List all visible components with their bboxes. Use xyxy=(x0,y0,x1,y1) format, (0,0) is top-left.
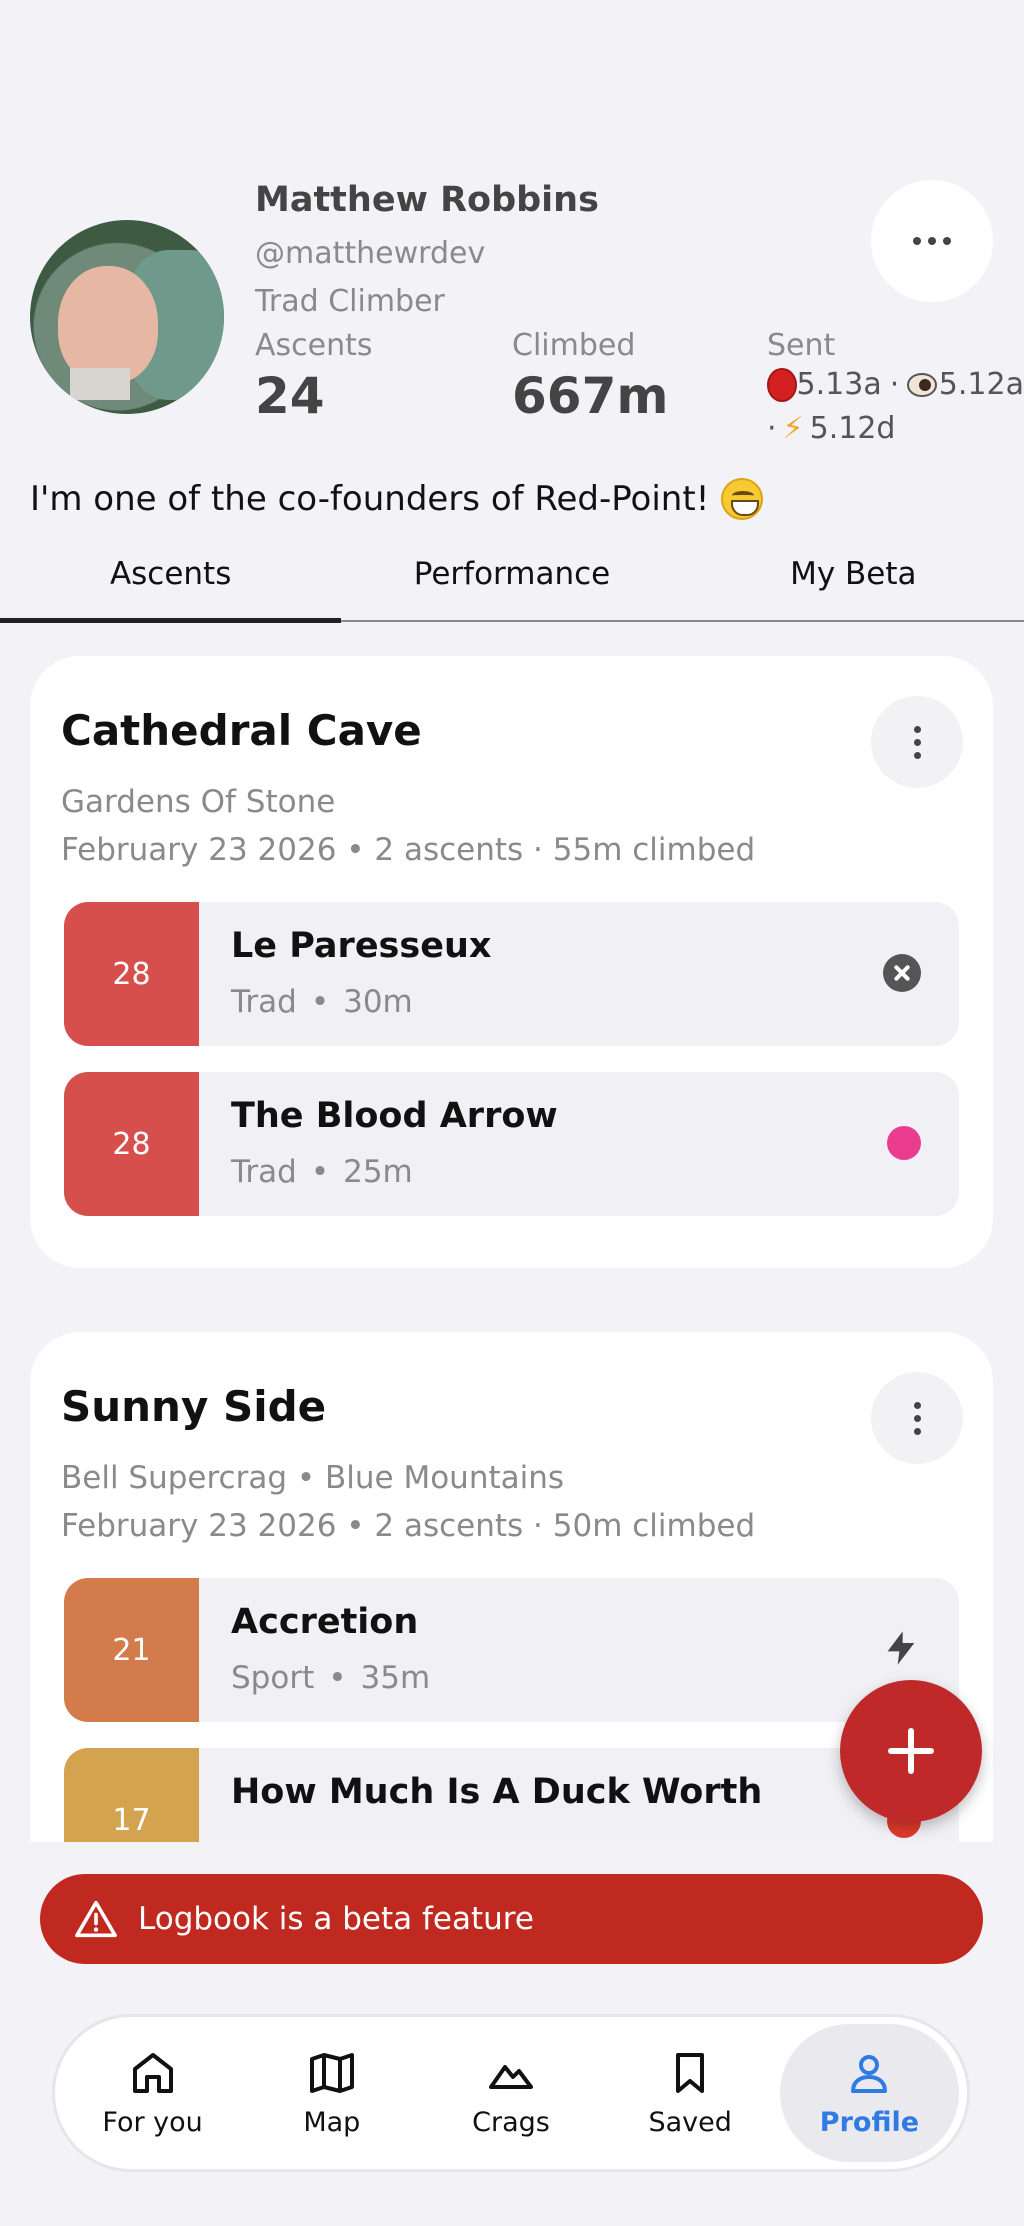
stat-ascents-value: 24 xyxy=(255,367,325,425)
crag-card[interactable]: Cathedral Cave Gardens Of Stone February… xyxy=(30,656,993,1268)
route-style: Sport xyxy=(231,1660,315,1696)
stat-climbed-label: Climbed xyxy=(512,328,636,363)
crag-title: Sunny Side xyxy=(61,1382,327,1431)
add-ascent-button[interactable] xyxy=(840,1680,982,1822)
grade-badge: 17 xyxy=(64,1748,199,1842)
sent-line-1: 5.13a · 5.12a xyxy=(767,363,1024,407)
route-name: The Blood Arrow xyxy=(231,1096,558,1136)
route-row[interactable]: 17 How Much Is A Duck Worth xyxy=(64,1748,959,1842)
crag-location: Gardens Of Stone xyxy=(61,784,336,820)
nav-label: For you xyxy=(102,2106,203,2138)
route-separator: • xyxy=(310,984,330,1020)
profile-tabs: Ascents Performance My Beta xyxy=(0,540,1024,623)
profile-more-button[interactable] xyxy=(871,180,993,302)
tab-performance[interactable]: Performance xyxy=(341,540,682,620)
sent-line-2: · ⚡ 5.12d xyxy=(767,407,1024,451)
stat-sent: Sent 5.13a · 5.12a · ⚡ 5.12d xyxy=(767,328,1024,451)
route-row[interactable]: 28 Le Paresseux Trad • 30m xyxy=(64,902,959,1046)
route-length: 30m xyxy=(343,984,413,1020)
route-style: Trad xyxy=(231,984,297,1020)
sent-onsight-grade: 5.12a xyxy=(938,367,1024,402)
warning-icon xyxy=(75,1900,117,1938)
mountain-icon xyxy=(489,2064,533,2089)
route-separator: • xyxy=(310,1154,330,1190)
close-circle-icon xyxy=(883,954,921,992)
avatar-background xyxy=(70,368,130,400)
stat-climbed-value: 667m xyxy=(512,367,669,425)
stat-climbed: Climbed 667m xyxy=(512,328,668,425)
sent-separator: · xyxy=(767,411,777,446)
route-row[interactable]: 21 Accretion Sport • 35m xyxy=(64,1578,959,1722)
stat-ascents-label: Ascents xyxy=(255,328,373,363)
bottom-nav: For you Map Crags Saved Profile xyxy=(52,2014,970,2172)
nav-label: Map xyxy=(303,2106,361,2138)
tab-ascents[interactable]: Ascents xyxy=(0,540,342,623)
crag-meta: February 23 2026 • 2 ascents · 50m climb… xyxy=(61,1508,756,1544)
stat-sent-label: Sent xyxy=(767,328,836,363)
tab-my-beta[interactable]: My Beta xyxy=(683,540,1024,620)
profile-bio: I'm one of the co-founders of Red-Point! xyxy=(30,478,764,520)
grade-badge: 28 xyxy=(64,902,199,1046)
beta-banner-text: Logbook is a beta feature xyxy=(138,1901,534,1937)
home-icon xyxy=(132,2052,173,2093)
grade-badge: 28 xyxy=(64,1072,199,1216)
redpoint-icon xyxy=(767,368,797,402)
crag-location: Bell Supercrag • Blue Mountains xyxy=(61,1460,565,1496)
more-horizontal-icon xyxy=(913,237,951,245)
sent-redpoint-grade: 5.13a xyxy=(796,367,882,402)
nav-label: Crags xyxy=(472,2106,550,2138)
profile-handle: @matthewrdev xyxy=(255,236,486,271)
nav-label: Saved xyxy=(648,2106,732,2138)
beta-banner: Logbook is a beta feature xyxy=(40,1874,983,1964)
nav-for-you[interactable]: For you xyxy=(63,2024,242,2162)
route-details: Trad • 25m xyxy=(231,1154,413,1190)
nav-label: Profile xyxy=(819,2106,920,2138)
crag-title: Cathedral Cave xyxy=(61,706,422,755)
avatar[interactable] xyxy=(30,220,224,414)
profile-role: Trad Climber xyxy=(255,284,445,319)
route-name: How Much Is A Duck Worth xyxy=(231,1772,763,1812)
sent-separator: · xyxy=(889,367,900,402)
more-vertical-icon xyxy=(913,1401,921,1435)
bookmark-icon xyxy=(676,2052,705,2093)
pink-dot-icon xyxy=(887,1126,921,1160)
bolt-icon xyxy=(887,1631,915,1665)
nav-profile[interactable]: Profile xyxy=(779,2024,960,2162)
route-details: Sport • 35m xyxy=(231,1660,430,1696)
grinning-face-icon xyxy=(721,478,764,520)
route-name: Le Paresseux xyxy=(231,926,492,966)
nav-saved[interactable]: Saved xyxy=(601,2024,780,2162)
map-icon xyxy=(309,2052,354,2093)
nav-map[interactable]: Map xyxy=(242,2024,421,2162)
sent-flash-grade: 5.12d xyxy=(809,411,896,446)
route-separator: • xyxy=(328,1660,347,1696)
route-style: Trad xyxy=(231,1154,297,1190)
plus-icon xyxy=(888,1728,934,1774)
crag-menu-button[interactable] xyxy=(871,696,963,788)
onsight-eye-icon xyxy=(907,373,937,397)
profile-screen: Matthew Robbins @matthewrdev Trad Climbe… xyxy=(0,0,1024,2226)
flash-bolt-icon: ⚡ xyxy=(782,411,804,446)
stat-ascents: Ascents 24 xyxy=(255,328,373,425)
profile-name: Matthew Robbins xyxy=(255,180,599,220)
nav-crags[interactable]: Crags xyxy=(421,2024,600,2162)
more-vertical-icon xyxy=(913,725,921,759)
user-icon xyxy=(851,2054,888,2093)
route-name: Accretion xyxy=(231,1602,419,1642)
route-row[interactable]: 28 The Blood Arrow Trad • 25m xyxy=(64,1072,959,1216)
avatar-face xyxy=(58,266,158,384)
route-length: 35m xyxy=(360,1660,431,1696)
grade-badge: 21 xyxy=(64,1578,199,1722)
profile-bio-text: I'm one of the co-founders of Red-Point! xyxy=(30,479,710,519)
crag-menu-button[interactable] xyxy=(871,1372,963,1464)
route-length: 25m xyxy=(343,1154,413,1190)
crag-meta: February 23 2026 • 2 ascents · 55m climb… xyxy=(61,832,756,868)
route-details: Trad • 30m xyxy=(231,984,413,1020)
